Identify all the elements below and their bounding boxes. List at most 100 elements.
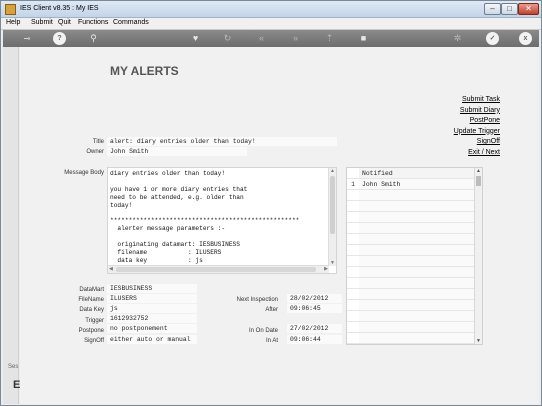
on-date-field[interactable]: 27/02/2012 <box>287 324 342 333</box>
on-date-label: In On Date <box>248 328 278 334</box>
rewind-icon[interactable]: « <box>255 32 268 45</box>
empty-cell[interactable] <box>359 212 475 222</box>
empty-cell[interactable] <box>359 256 475 266</box>
empty-cell[interactable] <box>359 278 475 288</box>
scroll-up-icon[interactable]: ▲ <box>475 168 482 174</box>
empty-cell[interactable] <box>359 322 475 332</box>
empty-cell[interactable] <box>359 333 475 343</box>
maximize-button[interactable]: □ <box>501 3 518 15</box>
table-row[interactable] <box>347 333 475 344</box>
empty-cell[interactable] <box>359 234 475 244</box>
notified-scrollbar[interactable]: ▲ ▼ <box>474 168 482 344</box>
owner-label: Owner <box>86 149 104 155</box>
in-at-field[interactable]: 09:06:44 <box>287 335 342 344</box>
help-icon[interactable]: ? <box>53 32 66 45</box>
page-title: MY ALERTS <box>110 64 179 78</box>
table-row[interactable] <box>347 212 475 223</box>
refresh-icon[interactable]: ↻ <box>221 32 234 45</box>
scroll-down-icon[interactable]: ▼ <box>475 338 482 344</box>
trigger-label: Trigger <box>85 318 104 324</box>
next-inspection-field[interactable]: 28/02/2012 <box>287 294 342 303</box>
toolbar: ⊸ ? ⚲ ♥ ↻ « » ⇡ ■ ✲ ✓ x <box>3 30 539 47</box>
notified-header: Notified <box>359 168 475 178</box>
postpone-link[interactable]: PostPone <box>454 116 500 127</box>
empty-cell[interactable] <box>359 223 475 233</box>
menu-functions[interactable]: Functions <box>78 19 108 26</box>
message-horizontal-scrollbar[interactable]: ◀ ▶ <box>108 265 329 273</box>
submit-task-link[interactable]: Submit Task <box>454 95 500 106</box>
session-strip: Ses E <box>3 47 20 404</box>
settings-icon[interactable]: ✲ <box>451 32 464 45</box>
empty-cell[interactable] <box>359 311 475 321</box>
upload-icon[interactable]: ⇡ <box>323 32 336 45</box>
key-icon[interactable]: ⊸ <box>17 32 37 45</box>
search-icon[interactable]: ⚲ <box>87 32 100 45</box>
app-window: IES Client v8.35 : My IES – □ ✕ Help Sub… <box>0 0 542 406</box>
window-title: IES Client v8.35 : My IES <box>20 5 99 12</box>
action-links: Submit Task Submit Diary PostPone Update… <box>454 95 500 158</box>
empty-cell[interactable] <box>359 267 475 277</box>
menu-commands[interactable]: Commands <box>113 19 149 26</box>
message-vertical-scrollbar[interactable]: ▲ ▼ <box>328 168 336 266</box>
session-label: Ses <box>8 364 19 370</box>
close-window-button[interactable]: ✕ <box>518 3 539 15</box>
datamart-field[interactable]: IESBUSINESS <box>107 284 197 293</box>
table-row[interactable] <box>347 278 475 289</box>
submit-diary-link[interactable]: Submit Diary <box>454 106 500 117</box>
scroll-thumb[interactable] <box>330 176 335 234</box>
table-row[interactable] <box>347 322 475 333</box>
scroll-right-icon[interactable]: ▶ <box>324 266 328 272</box>
table-row[interactable] <box>347 311 475 322</box>
datamart-label: DataMart <box>79 287 104 293</box>
filename-field[interactable]: ILUSERS <box>107 294 197 303</box>
menu-submit[interactable]: Submit <box>31 19 53 26</box>
table-row[interactable] <box>347 201 475 212</box>
scroll-thumb[interactable] <box>476 176 481 186</box>
table-row[interactable] <box>347 267 475 278</box>
trigger-field[interactable]: 1612932752 <box>107 314 197 323</box>
title-label: Title <box>92 139 104 145</box>
empty-cell[interactable] <box>359 245 475 255</box>
table-row[interactable] <box>347 223 475 234</box>
table-row[interactable] <box>347 300 475 311</box>
scroll-up-icon[interactable]: ▲ <box>329 168 336 174</box>
menu-quit[interactable]: Quit <box>58 19 71 26</box>
close-icon[interactable]: x <box>519 32 532 45</box>
empty-cell[interactable] <box>359 300 475 310</box>
table-row[interactable] <box>347 245 475 256</box>
signoff-link[interactable]: SignOff <box>454 137 500 148</box>
postpone-field[interactable]: no postponement <box>107 324 197 333</box>
scroll-left-icon[interactable]: ◀ <box>109 266 113 272</box>
menu-help[interactable]: Help <box>6 19 20 26</box>
after-label: After <box>265 307 278 313</box>
exit-next-link[interactable]: Exit / Next <box>454 148 500 159</box>
minimize-button[interactable]: – <box>484 3 501 15</box>
table-row[interactable] <box>347 190 475 201</box>
update-trigger-link[interactable]: Update Trigger <box>454 127 500 138</box>
message-body-label: Message Body <box>64 170 104 176</box>
table-row[interactable] <box>347 234 475 245</box>
owner-field[interactable]: John Smith <box>107 147 247 156</box>
stop-icon[interactable]: ■ <box>357 32 370 45</box>
in-at-label: In At <box>265 338 278 344</box>
title-field[interactable]: alert: diary entries older than today! <box>107 137 337 146</box>
notified-grid[interactable]: Notified 1 John Smith ▲ ▼ <box>346 167 483 345</box>
grid-header-row: Notified <box>347 168 475 179</box>
table-row[interactable] <box>347 289 475 300</box>
heart-icon[interactable]: ♥ <box>189 32 202 45</box>
ok-icon[interactable]: ✓ <box>486 32 499 45</box>
after-field[interactable]: 09:06:45 <box>287 304 342 313</box>
fast-forward-icon[interactable]: » <box>289 32 302 45</box>
title-bar: IES Client v8.35 : My IES – □ ✕ <box>1 1 541 18</box>
empty-cell[interactable] <box>359 201 475 211</box>
hscroll-thumb[interactable] <box>116 267 316 272</box>
datakey-field[interactable]: js <box>107 304 197 313</box>
notified-name-cell[interactable]: John Smith <box>359 179 475 189</box>
empty-cell[interactable] <box>359 190 475 200</box>
empty-cell[interactable] <box>359 289 475 299</box>
table-row[interactable] <box>347 256 475 267</box>
table-row[interactable]: 1 John Smith <box>347 179 475 190</box>
signoff-field[interactable]: either auto or manual <box>107 335 197 344</box>
scroll-down-icon[interactable]: ▼ <box>329 260 336 266</box>
message-body-textarea[interactable]: diary entries older than today! you have… <box>107 167 337 274</box>
